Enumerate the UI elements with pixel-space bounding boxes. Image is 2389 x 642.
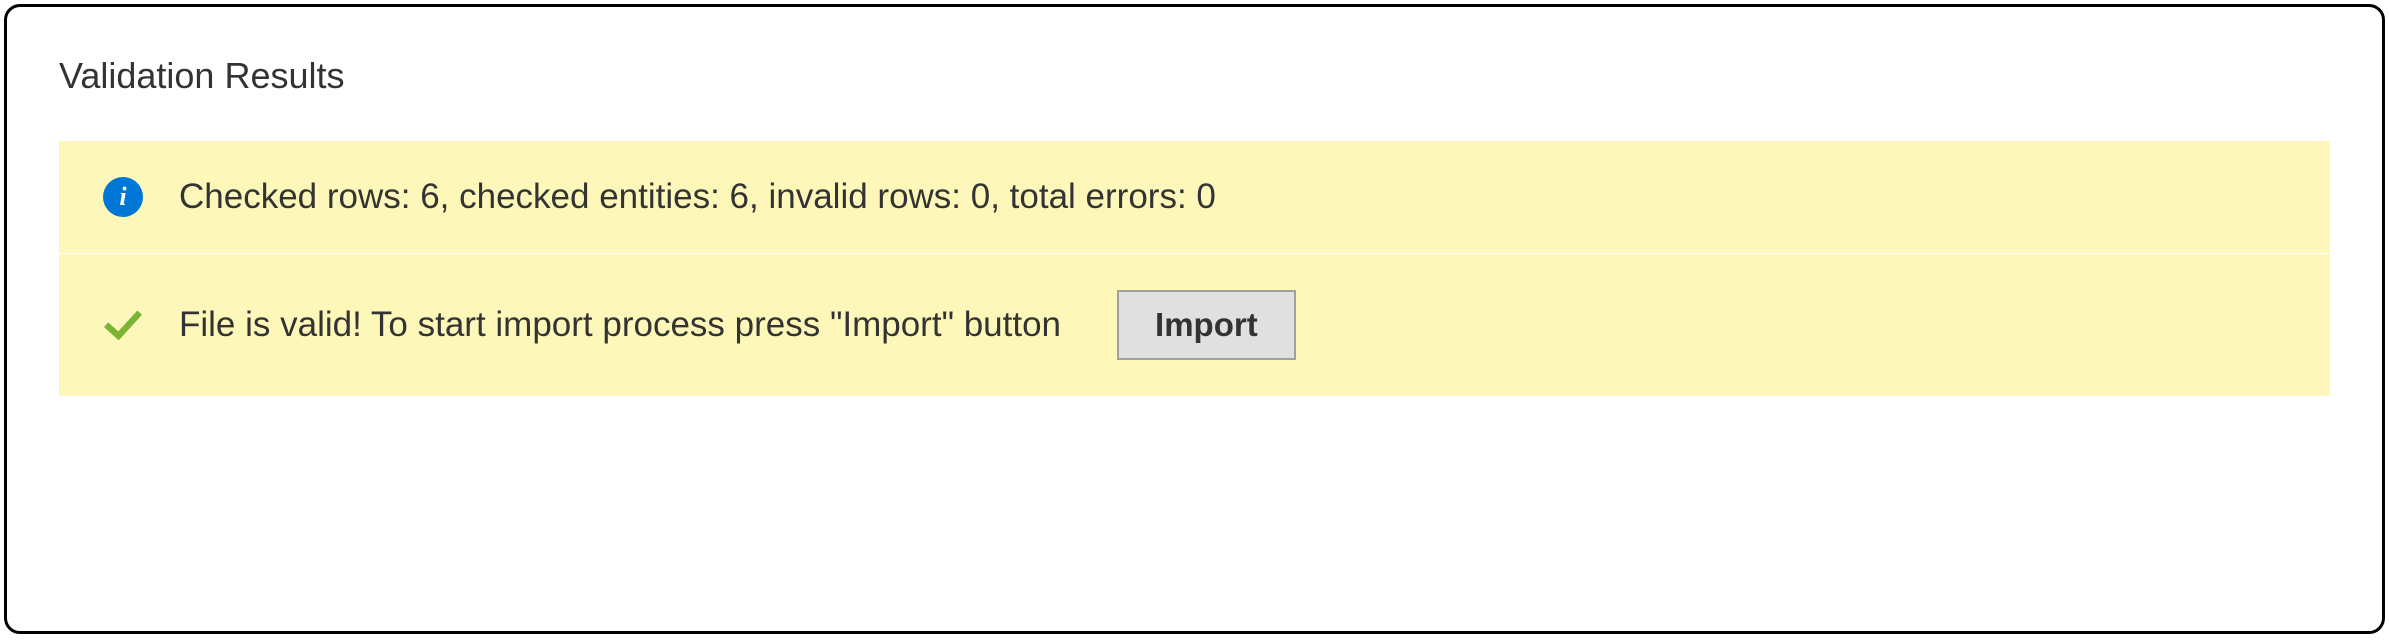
panel-title: Validation Results: [59, 55, 2330, 97]
check-icon: [103, 305, 143, 345]
success-message: File is valid! To start import process p…: [59, 253, 2330, 396]
import-button[interactable]: Import: [1117, 290, 1296, 360]
validation-results-panel: Validation Results i Checked rows: 6, ch…: [4, 4, 2385, 634]
info-message-text: Checked rows: 6, checked entities: 6, in…: [179, 177, 1216, 217]
info-message: i Checked rows: 6, checked entities: 6, …: [59, 141, 2330, 253]
info-icon: i: [103, 177, 143, 217]
success-message-text: File is valid! To start import process p…: [179, 305, 1061, 345]
